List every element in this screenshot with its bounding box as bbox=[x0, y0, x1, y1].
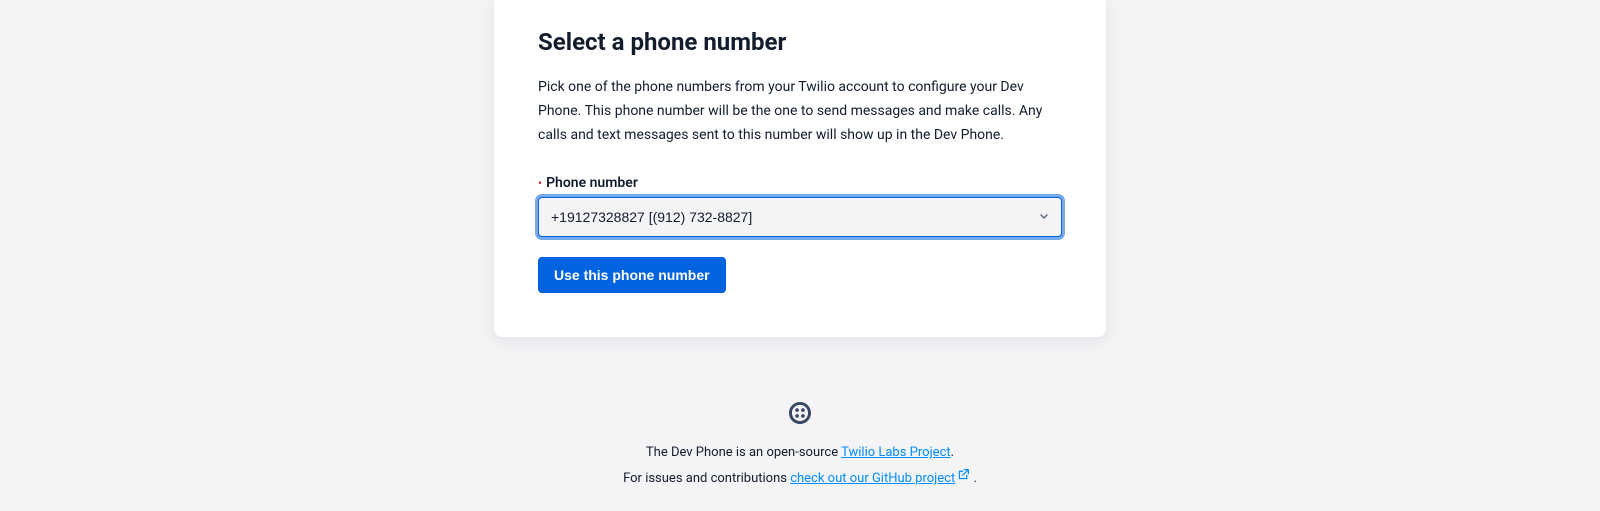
twilio-labs-link[interactable]: Twilio Labs Project bbox=[841, 445, 951, 460]
external-link-icon bbox=[957, 468, 970, 489]
form-label-row: • Phone number bbox=[538, 175, 1062, 191]
phone-number-label: Phone number bbox=[546, 175, 638, 191]
github-project-link[interactable]: check out our GitHub project bbox=[790, 471, 970, 486]
card-description: Pick one of the phone numbers from your … bbox=[538, 76, 1062, 147]
footer: The Dev Phone is an open-source Twilio L… bbox=[623, 401, 977, 509]
footer-text: The Dev Phone is an open-source bbox=[646, 445, 841, 460]
use-phone-number-button[interactable]: Use this phone number bbox=[538, 257, 726, 293]
github-link-text: check out our GitHub project bbox=[790, 471, 955, 486]
card-title: Select a phone number bbox=[538, 28, 1062, 56]
phone-number-card: Select a phone number Pick one of the ph… bbox=[494, 0, 1106, 337]
footer-text: . bbox=[970, 471, 977, 486]
phone-number-select[interactable]: +19127328827 [(912) 732-8827] bbox=[538, 197, 1062, 237]
required-asterisk-icon: • bbox=[538, 177, 542, 189]
footer-line-1: The Dev Phone is an open-source Twilio L… bbox=[623, 443, 977, 464]
phone-number-select-wrapper: +19127328827 [(912) 732-8827] bbox=[538, 197, 1062, 237]
footer-text: . bbox=[951, 445, 954, 460]
footer-text: For issues and contributions bbox=[623, 471, 790, 486]
twilio-logo-icon bbox=[788, 401, 812, 425]
footer-line-2: For issues and contributions check out o… bbox=[623, 468, 977, 490]
